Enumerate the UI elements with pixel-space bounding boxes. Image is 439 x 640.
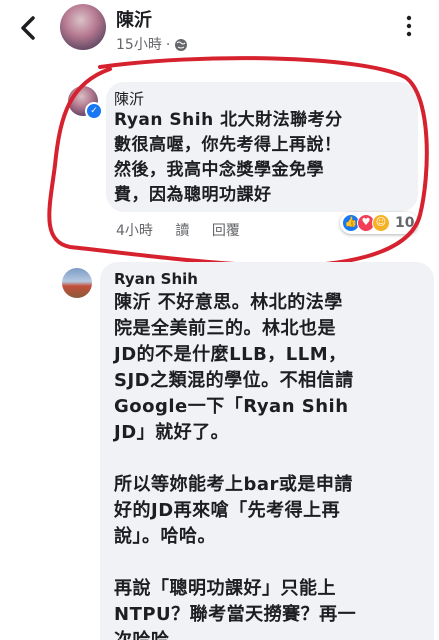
comment-text: 陳沂 不好意思。林北的法學 院是全美前三的。林北也是 JD的不是什麼LLB，LL… <box>114 292 357 640</box>
reaction-count: 10 <box>395 215 415 231</box>
globe-icon <box>174 38 188 52</box>
comment-author-name[interactable]: Ryan Shih <box>114 270 198 288</box>
reactions-summary[interactable]: 👍 ♥ ☺ 10 <box>340 212 419 234</box>
chevron-left-icon[interactable] <box>18 8 38 48</box>
post-timestamp: 15小時 · <box>116 34 188 54</box>
post-header: 陳沂 15小時 · <box>0 0 439 60</box>
avatar[interactable] <box>62 268 92 298</box>
comment-time: 4小時 <box>116 223 153 239</box>
haha-reaction-icon: ☺ <box>372 214 390 232</box>
comment-meta: 4小時 讀 回覆 <box>116 220 258 240</box>
verified-badge-icon: ✓ <box>85 102 103 120</box>
comment-text: Ryan Shih 北大財法聯考分 數很高喔，你先考得上再說！ 然後，我高中念獎… <box>114 110 343 205</box>
reply-link[interactable]: 回覆 <box>212 223 240 239</box>
facebook-comments-page: 陳沂 15小時 · ✓ 陳沂 Ryan Shih 北大財法聯考分 數很高喔，你先考… <box>0 0 439 640</box>
post-author-name[interactable]: 陳沂 <box>116 6 152 32</box>
separator-dot: · <box>165 37 171 53</box>
read-link[interactable]: 讀 <box>175 223 189 239</box>
avatar[interactable] <box>60 4 106 50</box>
more-dots-icon[interactable] <box>397 14 421 38</box>
post-time: 15小時 <box>116 37 162 53</box>
comment-author-name[interactable]: 陳沂 <box>114 88 144 109</box>
